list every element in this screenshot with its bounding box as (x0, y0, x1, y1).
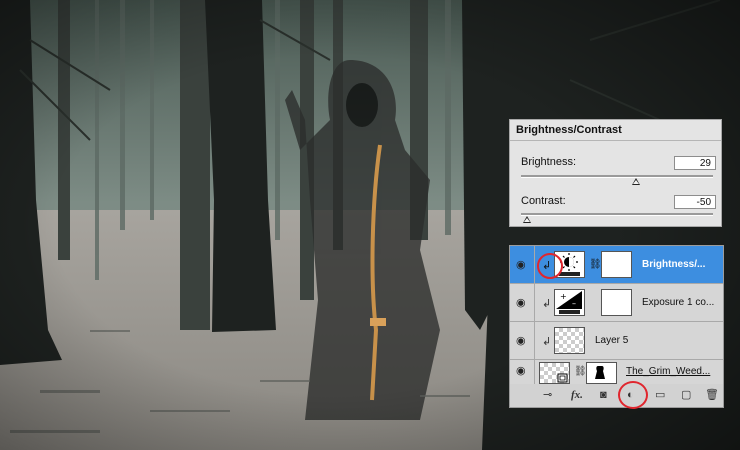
divider (510, 140, 721, 141)
visibility-toggle[interactable]: ◉ (510, 246, 535, 283)
new-group-icon[interactable]: ▭ (655, 388, 665, 402)
eye-icon: ◉ (516, 335, 526, 347)
layer-row-layer-5[interactable]: ◉ ↲ Layer 5 (510, 322, 723, 360)
brightness-slider[interactable] (521, 175, 713, 178)
layer-mask-thumbnail[interactable] (586, 362, 617, 384)
smart-object-layer-icon (539, 362, 570, 384)
layer-name[interactable]: Exposure 1 co... (642, 297, 722, 308)
panel-title: Brightness/Contrast (516, 124, 622, 136)
layer-mask-thumbnail[interactable] (601, 289, 632, 316)
highlight-circle (618, 381, 648, 409)
svg-text:–: – (572, 299, 576, 308)
add-mask-icon[interactable]: ◙ (600, 388, 607, 402)
delete-layer-icon[interactable]: 🗑 (705, 388, 719, 402)
eye-icon: ◉ (516, 365, 526, 377)
contrast-slider[interactable] (521, 213, 713, 216)
eye-icon: ◉ (516, 259, 526, 271)
contrast-slider-thumb[interactable] (523, 216, 531, 223)
visibility-toggle[interactable]: ◉ (510, 360, 535, 384)
layer-name[interactable]: The_Grim_Weed... (626, 366, 720, 377)
new-layer-icon[interactable]: ▢ (681, 388, 691, 402)
transparent-layer-icon (554, 327, 585, 354)
chain-link-icon[interactable]: ⛓ (574, 366, 587, 377)
clipping-arrow-icon: ↲ (542, 336, 552, 348)
layer-row-grim-weed[interactable]: ◉ ⛓ The_Grim_Weed... (510, 360, 723, 384)
brightness-slider-thumb[interactable] (632, 178, 641, 185)
visibility-toggle[interactable]: ◉ (510, 322, 535, 359)
fx-icon[interactable]: fx. (571, 388, 583, 402)
layer-row-exposure[interactable]: ◉ ↲ + – Exposure 1 co... (510, 284, 723, 322)
visibility-toggle[interactable]: ◉ (510, 284, 535, 321)
clipping-arrow-icon: ↲ (542, 298, 552, 310)
layer-name[interactable]: Layer 5 (595, 335, 675, 346)
layers-toolbar: ⊸ fx. ◙ ◐ ▭ ▢ 🗑 (510, 384, 723, 407)
highlight-circle (537, 253, 563, 279)
layer-mask-thumbnail[interactable] (601, 251, 632, 278)
brightness-contrast-panel: Brightness/Contrast Brightness: 29 Contr… (509, 119, 722, 227)
contrast-input[interactable]: -50 (674, 195, 716, 209)
chain-link-icon[interactable]: ⛓ (589, 259, 602, 270)
svg-text:+: + (560, 292, 567, 301)
brightness-label: Brightness: (521, 156, 577, 168)
brightness-input[interactable]: 29 (674, 156, 716, 170)
eye-icon: ◉ (516, 297, 526, 309)
exposure-adjustment-icon: + – (554, 289, 585, 316)
layer-name[interactable]: Brightness/... (642, 259, 722, 270)
link-layers-icon[interactable]: ⊸ (543, 388, 552, 402)
contrast-label: Contrast: (521, 195, 566, 207)
